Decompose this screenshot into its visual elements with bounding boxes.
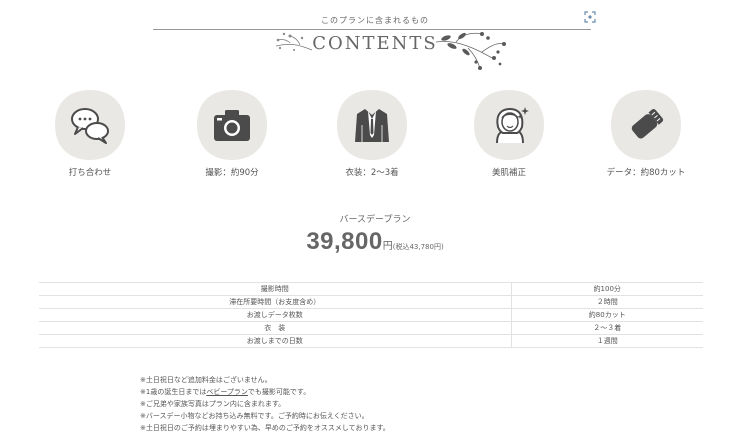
price-yen: 円 [382, 241, 393, 252]
item-label: 撮影：約90分 [205, 168, 259, 178]
table-row: お渡しデータ枚数 約80カット [39, 308, 703, 322]
item-skin-retouch: 美肌補正 [449, 88, 569, 178]
item-costume: 衣装：2〜3着 [312, 88, 432, 178]
spec-value: ２時間 [511, 295, 703, 309]
suit-jacket-icon [355, 109, 389, 142]
item-circle [195, 88, 269, 162]
included-items: 打ち合わせ 撮影：約90分 衣装：2〜3着 美肌補正 データ：約80カット [0, 88, 750, 178]
plan-name: バースデープラン [339, 215, 411, 225]
spec-value: １週間 [511, 334, 703, 348]
note-text: でも撮影可能です。 [247, 388, 311, 396]
face-sparkle-icon [496, 107, 529, 144]
item-label: 打ち合わせ [68, 168, 112, 178]
plan-spec-table: 撮影時間 約100分 滞在所要時間（お支度含め） ２時間 お渡しデータ枚数 約8… [39, 282, 703, 348]
spec-key: 衣 装 [39, 321, 512, 335]
note-line: ※ご兄弟や家族写真はプラン内に含まれます。 [140, 400, 286, 408]
spec-key: お渡しデータ枚数 [39, 308, 512, 322]
camera-icon [214, 110, 250, 141]
item-label: 衣装：2〜3着 [345, 168, 399, 178]
expand-icon[interactable] [584, 11, 596, 23]
chat-bubbles-icon [71, 108, 109, 144]
spec-value: ２～３着 [511, 321, 703, 335]
spec-key: お渡しまでの日数 [39, 334, 512, 348]
table-row: 衣 装 ２～３着 [39, 321, 703, 335]
note-line: ※土日祝日のご予約は埋まりやすい為、早めのご予約をオススメしております。 [140, 424, 390, 432]
floral-icon [435, 32, 506, 70]
item-meeting: 打ち合わせ [30, 88, 150, 178]
note-line: ※土日祝日など追加料金はございません。 [140, 376, 272, 384]
item-label: データ：約80カット [606, 168, 686, 178]
item-circle [335, 88, 409, 162]
note-text: ※1歳の誕生日までは [140, 388, 207, 396]
spec-value: 約80カット [511, 308, 703, 322]
item-circle [472, 88, 546, 162]
price-tax: (税込43,780円) [392, 243, 444, 251]
spec-key: 滞在所要時間（お支度含め） [39, 295, 512, 309]
table-row: 撮影時間 約100分 [39, 282, 703, 296]
item-photo-session: 撮影：約90分 [172, 88, 292, 178]
caption-divider [153, 29, 591, 30]
price-amount: 39,800 [306, 228, 383, 255]
plan-notes: ※土日祝日など追加料金はございません。 ※1歳の誕生日まではベビープランでも撮影… [140, 374, 390, 434]
spec-value: 約100分 [511, 282, 703, 296]
item-data: データ：約80カット [586, 88, 706, 178]
item-circle [609, 88, 683, 162]
baby-plan-link[interactable]: ベビープラン [206, 388, 248, 396]
table-row: 滞在所要時間（お支度含め） ２時間 [39, 295, 703, 309]
plan-price: 39,800円(税込43,780円) [0, 228, 750, 256]
note-line: ※バースデー小物などお持ち込み無料です。ご予約時にお伝えください。 [140, 412, 369, 420]
item-label: 美肌補正 [491, 168, 526, 178]
item-circle [53, 88, 127, 162]
sd-card-icon [631, 109, 664, 139]
table-row: お渡しまでの日数 １週間 [39, 334, 703, 348]
contents-heading: CONTENTS [312, 33, 438, 54]
spec-key: 撮影時間 [39, 282, 512, 296]
note-line: ※1歳の誕生日まではベビープランでも撮影可能です。 [140, 386, 390, 398]
section-caption: このプランに含まれるもの [321, 16, 429, 25]
